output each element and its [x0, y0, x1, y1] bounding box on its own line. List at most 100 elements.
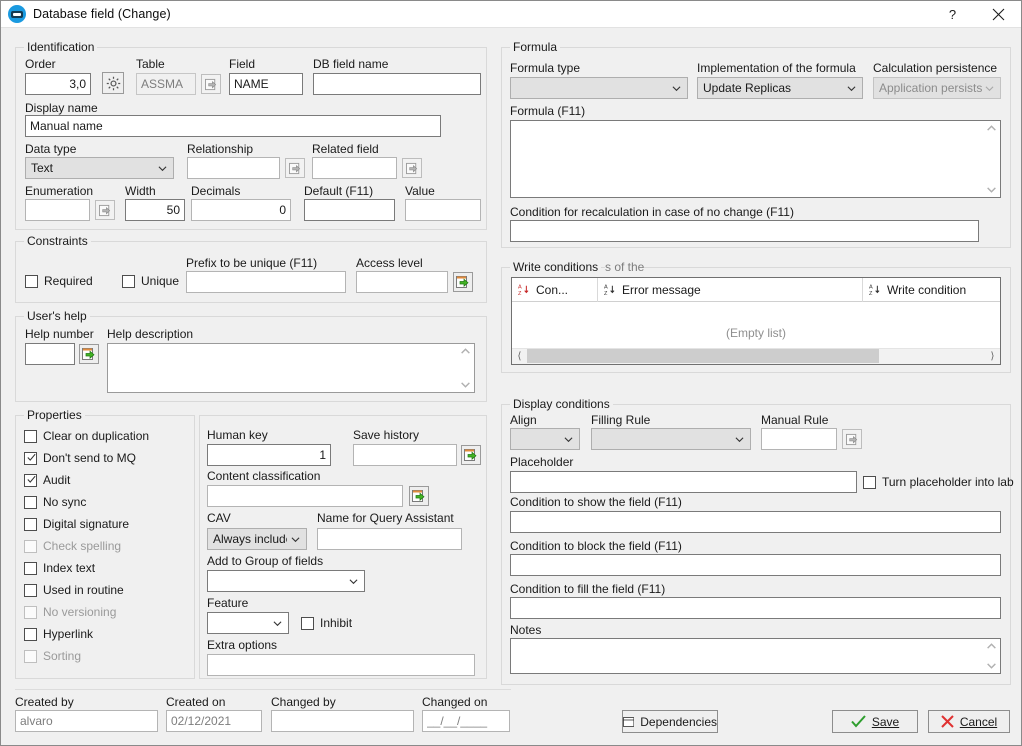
property-no-sync[interactable]: No sync	[24, 495, 86, 509]
checkbox[interactable]	[24, 429, 37, 443]
write-conditions-hscrollbar[interactable]: ⟨ ⟩	[512, 348, 1000, 364]
formula-scrollbar[interactable]	[983, 121, 1000, 197]
property-audit[interactable]: Audit	[24, 473, 70, 487]
dependencies-button[interactable]: Dependencies	[622, 710, 718, 733]
save-history-input[interactable]	[353, 444, 457, 466]
filling-rule-select[interactable]	[591, 428, 751, 450]
manual-rule-input[interactable]	[761, 428, 837, 450]
order-input[interactable]	[25, 73, 91, 95]
hscroll-thumb[interactable]	[527, 349, 879, 363]
checkbox[interactable]	[24, 627, 37, 641]
property-index-text[interactable]: Index text	[24, 561, 95, 575]
checkbox[interactable]	[24, 451, 37, 465]
enumeration-input[interactable]	[25, 199, 90, 221]
property-hyperlink[interactable]: Hyperlink	[24, 627, 93, 641]
checkbox[interactable]	[24, 495, 37, 509]
relationship-input[interactable]	[187, 157, 280, 179]
help-description-scrollbar[interactable]	[457, 344, 474, 392]
condition-fill-input[interactable]	[510, 597, 1001, 619]
default-input[interactable]	[304, 199, 395, 221]
property-digital-signature[interactable]: Digital signature	[24, 517, 129, 531]
turn-placeholder-into-label-row[interactable]: Turn placeholder into lab	[863, 475, 1014, 489]
content-classification-lookup-button[interactable]	[409, 486, 429, 506]
scroll-down-icon[interactable]	[986, 184, 997, 195]
inhibit-checkbox-row[interactable]: Inhibit	[301, 616, 352, 630]
notes-scrollbar[interactable]	[983, 639, 1000, 673]
scroll-down-icon[interactable]	[986, 660, 997, 671]
property-clear-on-duplication[interactable]: Clear on duplication	[24, 429, 149, 443]
query-assistant-input[interactable]	[317, 528, 462, 550]
condition-block-input[interactable]	[510, 554, 1001, 576]
save-button[interactable]: Save	[832, 710, 918, 733]
write-conditions-list[interactable]: A Z Con... A Z Error message A Z Write c…	[511, 277, 1001, 365]
formula-field-input[interactable]	[511, 121, 985, 197]
scroll-down-icon[interactable]	[460, 379, 471, 390]
scroll-left-icon[interactable]: ⟨	[512, 349, 527, 364]
formula-type-select[interactable]	[510, 77, 688, 99]
created-on-input[interactable]	[166, 710, 262, 732]
recalc-condition-input[interactable]	[510, 220, 979, 242]
order-settings-button[interactable]	[102, 72, 124, 94]
help-button[interactable]: ?	[930, 1, 975, 28]
checkbox[interactable]	[24, 583, 37, 597]
relationship-lookup-button[interactable]	[285, 158, 305, 178]
cav-select[interactable]: Always included	[207, 528, 307, 550]
placeholder-input[interactable]	[510, 471, 857, 493]
required-checkbox[interactable]	[25, 274, 38, 288]
close-button[interactable]	[975, 1, 1021, 28]
checkbox[interactable]	[24, 561, 37, 575]
enumeration-lookup-button[interactable]	[95, 200, 115, 220]
close-x-icon	[941, 715, 954, 728]
required-checkbox-row[interactable]: Required	[25, 274, 93, 288]
help-number-input[interactable]	[25, 343, 75, 365]
condition-show-input[interactable]	[510, 511, 1001, 533]
access-level-input[interactable]	[356, 271, 448, 293]
column-header-error-message[interactable]: A Z Error message	[598, 277, 863, 302]
save-history-lookup-button[interactable]	[461, 445, 481, 465]
table-input[interactable]	[136, 73, 196, 95]
table-lookup-button[interactable]	[201, 74, 221, 94]
unique-checkbox[interactable]	[122, 274, 135, 288]
column-header-write-condition[interactable]: A Z Write condition	[863, 278, 1000, 302]
data-type-select[interactable]: Text	[25, 157, 174, 179]
scroll-right-icon[interactable]: ⟩	[985, 349, 1000, 364]
access-level-lookup-button[interactable]	[453, 272, 473, 292]
checkbox[interactable]	[24, 473, 37, 487]
property-used-in-routine[interactable]: Used in routine	[24, 583, 124, 597]
related-field-input[interactable]	[312, 157, 397, 179]
field-input[interactable]	[229, 73, 303, 95]
feature-select[interactable]	[207, 612, 289, 634]
checkbox[interactable]	[24, 517, 37, 531]
implementation-select[interactable]: Update Replicas	[697, 77, 863, 99]
decimals-input[interactable]	[191, 199, 291, 221]
created-by-input[interactable]	[15, 710, 158, 732]
width-input[interactable]	[125, 199, 185, 221]
notes-input[interactable]	[511, 639, 985, 673]
manual-rule-lookup-button[interactable]	[842, 429, 862, 449]
unique-checkbox-row[interactable]: Unique	[122, 274, 179, 288]
human-key-input[interactable]	[207, 444, 331, 466]
extra-options-input[interactable]	[207, 654, 475, 676]
property-dont-send-to-mq[interactable]: Don't send to MQ	[24, 451, 136, 465]
related-field-lookup-button[interactable]	[402, 158, 422, 178]
help-number-lookup-button[interactable]	[79, 344, 99, 364]
scroll-up-icon[interactable]	[986, 123, 997, 134]
check-icon	[27, 475, 36, 483]
scroll-up-icon[interactable]	[986, 641, 997, 652]
value-input[interactable]	[405, 199, 481, 221]
changed-on-input[interactable]	[422, 710, 510, 732]
column-header-condition[interactable]: A Z Con...	[512, 277, 598, 302]
help-description-input[interactable]	[108, 344, 459, 392]
prefix-unique-input[interactable]	[186, 271, 346, 293]
content-classification-input[interactable]	[207, 485, 403, 507]
inhibit-checkbox[interactable]	[301, 616, 314, 630]
turn-placeholder-checkbox[interactable]	[863, 475, 876, 489]
hscroll-track[interactable]	[527, 349, 985, 364]
display-name-input[interactable]	[25, 115, 441, 137]
align-select[interactable]	[510, 428, 580, 450]
scroll-up-icon[interactable]	[460, 346, 471, 357]
changed-by-input[interactable]	[271, 710, 414, 732]
group-of-fields-select[interactable]	[207, 570, 365, 592]
db-field-name-input[interactable]	[313, 73, 481, 95]
cancel-button[interactable]: Cancel	[928, 710, 1010, 733]
